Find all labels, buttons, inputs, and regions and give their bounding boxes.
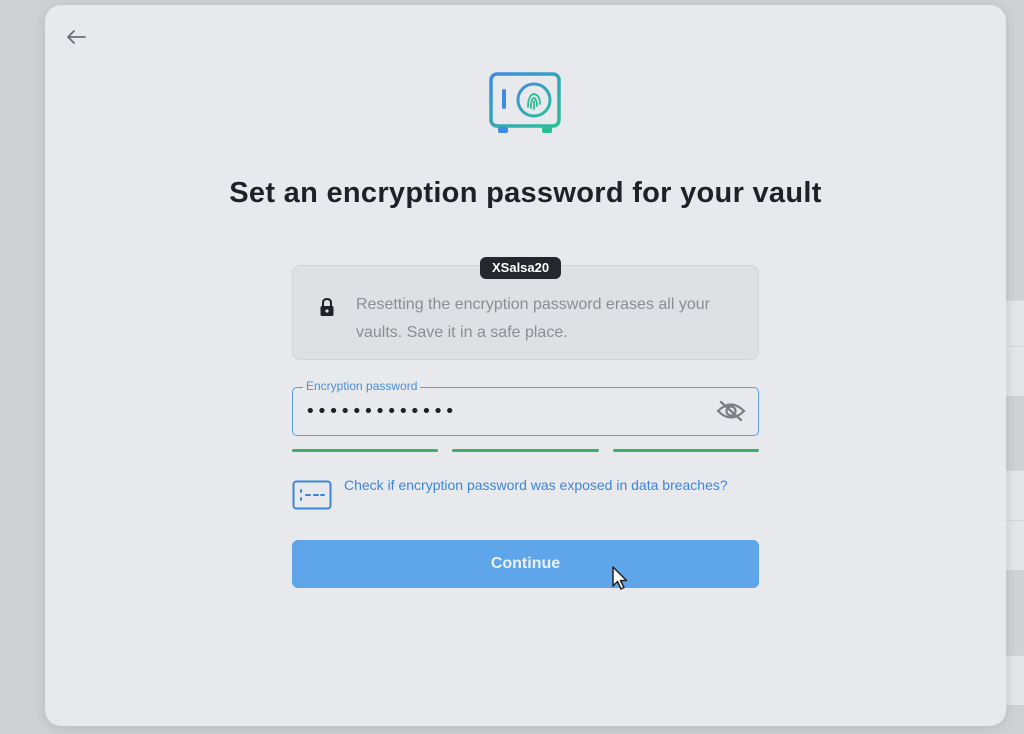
- password-strength-meter: [292, 449, 759, 453]
- lock-icon: [320, 297, 334, 316]
- back-button[interactable]: [63, 25, 89, 49]
- strength-segment: [292, 449, 439, 452]
- vault-fingerprint-icon: [489, 72, 561, 133]
- background-row: [1004, 520, 1024, 570]
- cipher-tooltip: XSalsa20: [480, 257, 562, 279]
- mouse-cursor-icon: [612, 566, 628, 590]
- breach-check-link[interactable]: Check if encryption password was exposed…: [292, 475, 759, 519]
- password-input[interactable]: [305, 401, 705, 422]
- background-row: [1004, 300, 1024, 346]
- password-label: Encryption password: [303, 379, 421, 393]
- background-row: [1004, 470, 1024, 520]
- encryption-password-field[interactable]: Encryption password: [292, 379, 759, 436]
- background-row: [1004, 655, 1024, 705]
- background-row: [1004, 346, 1024, 396]
- eye-off-icon[interactable]: [716, 399, 746, 423]
- page-title: Set an encryption password for your vaul…: [229, 177, 822, 209]
- continue-button[interactable]: Continue: [292, 540, 759, 588]
- encryption-password-modal: Set an encryption password for your vaul…: [45, 5, 1006, 726]
- warning-text: Resetting the encryption password erases…: [356, 296, 710, 341]
- breach-check-text: Check if encryption password was exposed…: [344, 477, 728, 493]
- warning-info-box: XSalsa20 Resetting the encryption passwo…: [292, 257, 759, 360]
- password-check-icon: [292, 480, 332, 510]
- strength-segment: [452, 449, 599, 452]
- strength-segment: [612, 449, 759, 452]
- arrow-left-icon: [67, 30, 86, 44]
